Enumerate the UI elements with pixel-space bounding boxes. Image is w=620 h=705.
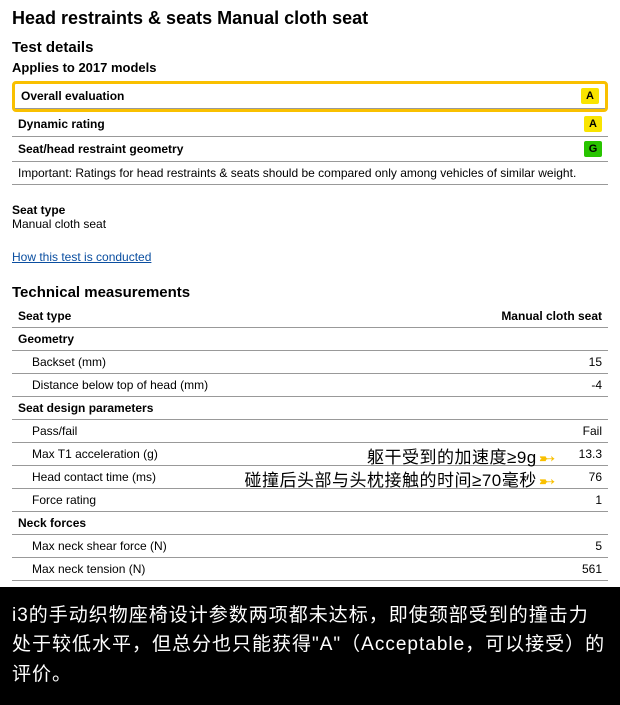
shear-label: Max neck shear force (N) — [12, 535, 488, 558]
dynamic-rating-badge: A — [584, 116, 602, 132]
dynamic-rating-label: Dynamic rating — [12, 112, 522, 137]
summary-footer: i3的手动织物座椅设计参数两项都未达标，即使颈部受到的撞击力处于较低水平，但总分… — [0, 587, 620, 705]
geometry-rating-label: Seat/head restraint geometry — [12, 137, 522, 162]
backset-value: 15 — [488, 351, 608, 374]
seat-type-block: Seat type Manual cloth seat — [12, 203, 608, 231]
contact-annotation: 碰撞后头部与头枕接触的时间≥70毫秒➸ — [244, 466, 556, 494]
seat-type-label: Seat type — [12, 203, 608, 217]
tech-col-seat-value: Manual cloth seat — [488, 305, 608, 328]
technical-measurements-title: Technical measurements — [12, 284, 608, 301]
technical-measurements-table: Seat type Manual cloth seat Geometry Bac… — [12, 305, 608, 581]
overall-eval-label: Overall evaluation — [15, 84, 483, 109]
important-note: Important: Ratings for head restraints &… — [12, 162, 608, 185]
tension-label: Max neck tension (N) — [12, 558, 488, 581]
geometry-rating-row: Seat/head restraint geometry G — [12, 137, 608, 162]
overall-eval-row: Overall evaluation A — [15, 84, 605, 109]
distance-value: -4 — [488, 374, 608, 397]
shear-value: 5 — [488, 535, 608, 558]
dynamic-rating-row: Dynamic rating A — [12, 112, 608, 137]
geometry-header: Geometry — [12, 328, 608, 351]
passfail-value: Fail — [488, 420, 608, 443]
design-params-header: Seat design parameters — [12, 397, 608, 420]
backset-label: Backset (mm) — [12, 351, 488, 374]
tech-col-seat-type: Seat type — [12, 305, 488, 328]
geometry-rating-badge: G — [584, 141, 602, 157]
distance-label: Distance below top of head (mm) — [12, 374, 488, 397]
overall-eval-badge: A — [581, 88, 599, 104]
neck-forces-header: Neck forces — [12, 512, 608, 535]
tension-value: 561 — [488, 558, 608, 581]
arrow-icon: ➸ — [539, 469, 556, 494]
overall-evaluation-box: Overall evaluation A — [12, 81, 608, 112]
page-title: Head restraints & seats Manual cloth sea… — [12, 8, 608, 29]
section-title: Test details — [12, 39, 608, 56]
seat-type-value: Manual cloth seat — [12, 217, 608, 231]
how-test-conducted-link[interactable]: How this test is conducted — [12, 250, 151, 264]
passfail-label: Pass/fail — [12, 420, 488, 443]
applies-text: Applies to 2017 models — [12, 60, 608, 75]
